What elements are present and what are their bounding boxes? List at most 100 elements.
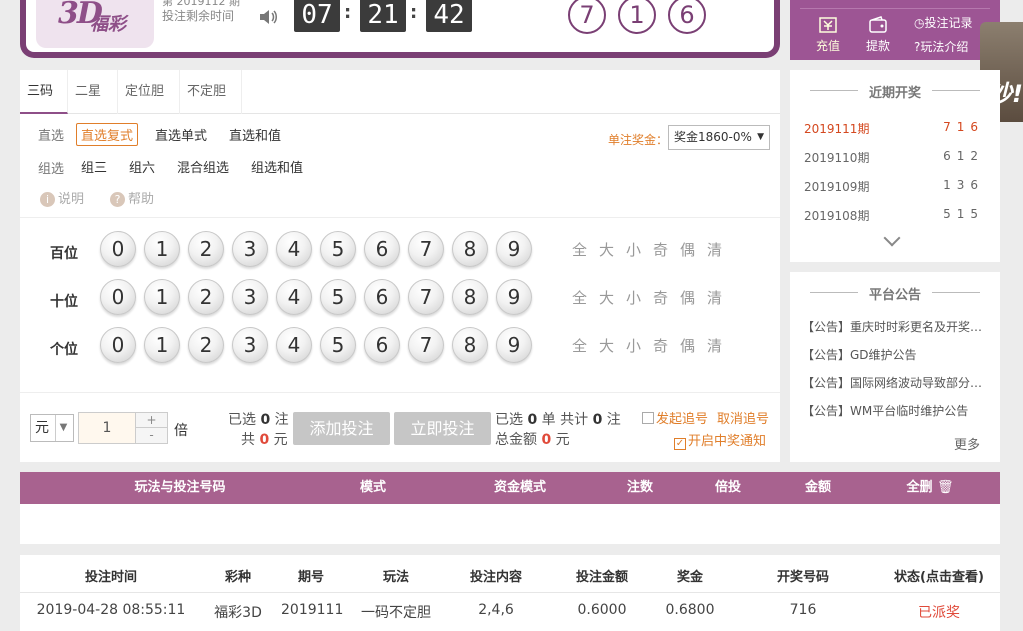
option-group-mixed[interactable]: 混合组选 [177,157,229,176]
option-group3[interactable]: 组三 [81,157,107,176]
multiple-input[interactable]: 1 [79,413,135,443]
tab-dingweidan[interactable]: 定位胆 [118,70,180,114]
tab-sanma[interactable]: 三码 [20,70,68,114]
digit-ball[interactable]: 2 [188,231,224,267]
quick-select-button[interactable]: 小 [626,239,641,260]
draw-row[interactable]: 2019111期 716 [804,120,984,137]
digit-ball[interactable]: 1 [144,327,180,363]
digit-ball[interactable]: 4 [276,279,312,315]
notice-item[interactable]: 【公告】GD维护公告 [802,346,990,363]
digit-ball[interactable]: 2 [188,279,224,315]
notify-checkbox[interactable]: ✓ 开启中奖通知 [674,430,766,450]
bet-records-link[interactable]: ◷投注记录 [914,14,973,31]
digit-ball[interactable]: 1 [144,279,180,315]
chase-label: 发起追号 [656,412,709,427]
withdraw-button[interactable]: 提款 [866,16,890,54]
digit-ball[interactable]: 3 [232,279,268,315]
cell-content: 2,4,6 [478,602,514,618]
quick-select-button[interactable]: 偶 [680,287,695,308]
quick-select-button[interactable]: 奇 [653,287,668,308]
digit-ball[interactable]: 7 [408,327,444,363]
draw-row[interactable]: 2019109期 136 [804,178,984,195]
quick-select-button[interactable]: 偶 [680,335,695,356]
notice-item[interactable]: 【公告】WM平台临时维护公告 [802,402,990,419]
decrease-button[interactable]: - [135,428,167,443]
tab-erxing[interactable]: 二星 [68,70,118,114]
option-direct-multi[interactable]: 直选复式 [76,123,139,146]
quick-select-button[interactable]: 清 [707,335,722,356]
recharge-button[interactable]: 充值 [816,16,840,54]
digit-ball[interactable]: 3 [232,231,268,267]
chase-checkbox[interactable]: 发起追号 [642,408,708,427]
digit-ball[interactable]: 4 [276,231,312,267]
digit-ball[interactable]: 8 [452,279,488,315]
digit-ball[interactable]: 0 [100,231,136,267]
cancel-chase-link[interactable]: 取消追号 [717,408,769,427]
digit-ball[interactable]: 0 [100,327,136,363]
logo-cn-text: 福彩 [90,14,126,35]
quick-select-button[interactable]: 小 [626,287,641,308]
quick-select-button[interactable]: 小 [626,335,641,356]
option-direct-single[interactable]: 直选单式 [155,125,207,144]
digit-ball[interactable]: 6 [364,279,400,315]
bet-records-label: 投注记录 [924,16,973,30]
digit-ball[interactable]: 9 [496,327,532,363]
digit-ball[interactable]: 0 [100,279,136,315]
digit-ball[interactable]: 5 [320,231,356,267]
option-group6[interactable]: 组六 [129,157,155,176]
multiple-stepper: 1 + - [78,412,168,444]
quick-select-button[interactable]: 大 [599,335,614,356]
digit-ball[interactable]: 9 [496,279,532,315]
speaker-icon[interactable] [258,7,280,27]
add-bet-button[interactable]: 添加投注 [293,412,390,445]
buy-now-button[interactable]: 立即投注 [394,412,491,445]
status-link[interactable]: 已派奖 [884,602,994,622]
remaining-time-label: 投注剩余时间 [162,9,235,23]
bet-footer: 元 ▼ 1 + - 倍 已选 0 注 共 0 元 添加投注 立即投注 已选 0 单… [20,392,780,462]
notice-item[interactable]: 【公告】重庆时时彩更名及开奖规则调整 [802,318,990,335]
quick-select-button[interactable]: 全 [572,287,587,308]
quick-select-button[interactable]: 大 [599,287,614,308]
quick-select-button[interactable]: 大 [599,239,614,260]
draw-row[interactable]: 2019108期 515 [804,207,984,224]
quick-select-button[interactable]: 偶 [680,239,695,260]
unit-select[interactable]: 元 ▼ [30,414,74,442]
explain-link[interactable]: i 说明 [40,188,84,207]
digit-ball[interactable]: 8 [452,231,488,267]
digit-ball[interactable]: 2 [188,327,224,363]
digit-ball[interactable]: 6 [364,327,400,363]
more-notices-link[interactable]: 更多 [954,434,980,453]
digit-ball[interactable]: 1 [144,231,180,267]
digit-ball[interactable]: 5 [320,327,356,363]
digit-ball[interactable]: 9 [496,231,532,267]
dropdown-arrow-icon: ▼ [757,132,764,142]
chevron-down-icon[interactable] [883,229,901,247]
quick-select-button[interactable]: 奇 [653,335,668,356]
digit-ball[interactable]: 3 [232,327,268,363]
option-direct-sum[interactable]: 直选和值 [229,125,281,144]
help-link[interactable]: ? 帮助 [110,188,154,207]
wallet-icon [869,16,887,33]
quick-select-button[interactable]: 清 [707,287,722,308]
digit-ball[interactable]: 6 [364,231,400,267]
prize-select[interactable]: 奖金1860-0% ▼ [668,125,770,150]
increase-button[interactable]: + [135,413,167,428]
quick-select-button[interactable]: 奇 [653,239,668,260]
prize-value: 奖金1860-0% [674,130,752,144]
digit-ball[interactable]: 7 [408,231,444,267]
rules-link[interactable]: ?玩法介绍 [914,38,968,55]
option-group-sum[interactable]: 组选和值 [251,157,303,176]
quick-select-button[interactable]: 全 [572,239,587,260]
tab-budingdan[interactable]: 不定胆 [180,70,242,114]
quick-select-button[interactable]: 全 [572,335,587,356]
draw-row[interactable]: 2019110期 612 [804,149,984,166]
digit-ball[interactable]: 8 [452,327,488,363]
quick-select-button[interactable]: 清 [707,239,722,260]
notice-item[interactable]: 【公告】国际网络波动导致部分彩种延迟 [802,374,990,391]
delete-all-button[interactable]: 全删 🗑 [890,472,970,504]
digit-ball[interactable]: 4 [276,327,312,363]
divider [20,217,780,218]
digit-ball[interactable]: 7 [408,279,444,315]
multiple-unit: 倍 [174,423,188,439]
digit-ball[interactable]: 5 [320,279,356,315]
